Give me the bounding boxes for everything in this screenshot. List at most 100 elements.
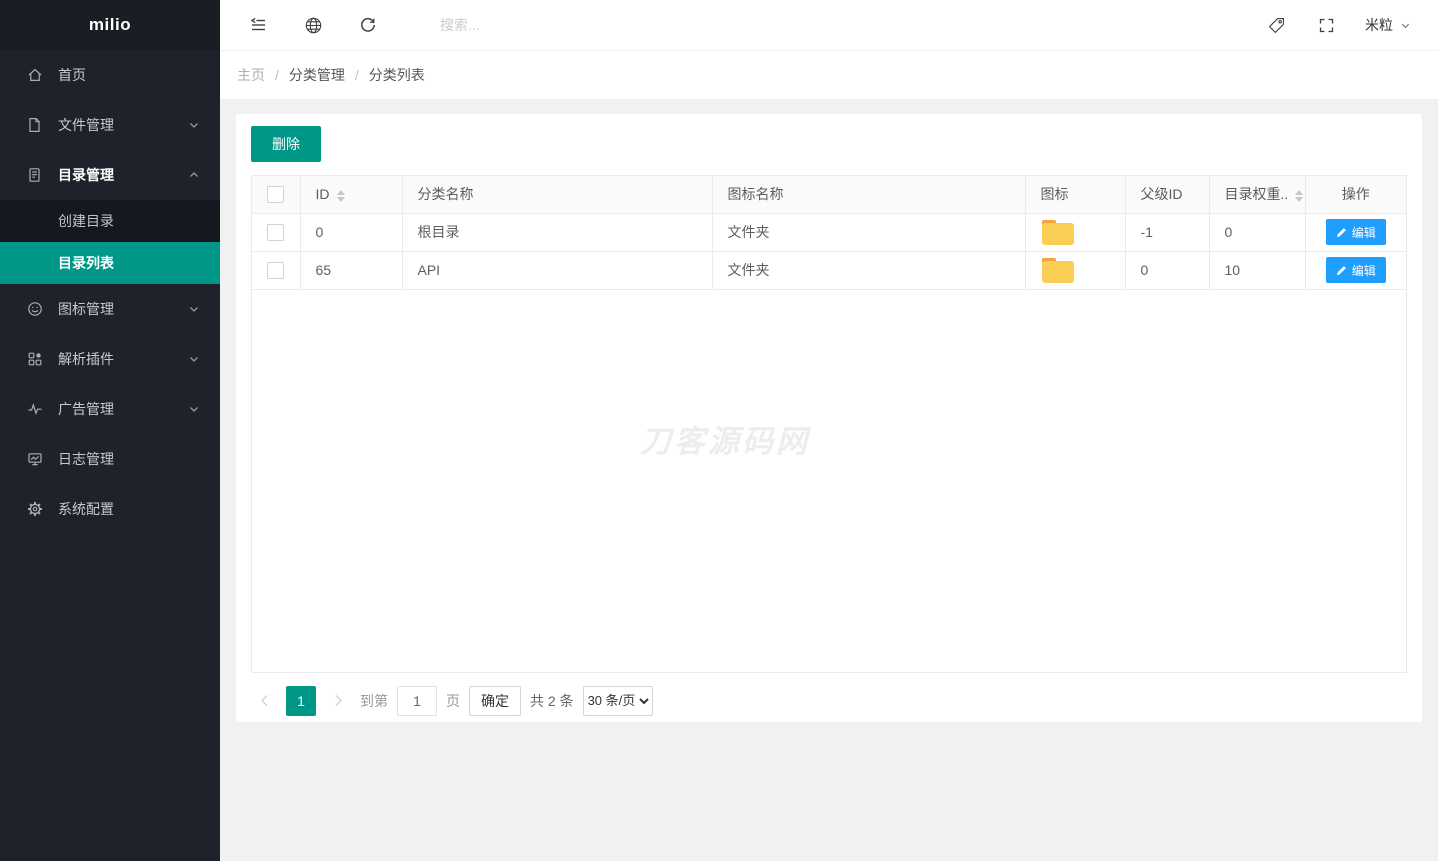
pulse-icon	[26, 401, 43, 418]
edit-button[interactable]: 编辑	[1326, 257, 1386, 283]
cell-actions: 编辑	[1305, 213, 1406, 251]
gear-icon	[26, 501, 43, 518]
cell-icon-name: 文件夹	[712, 251, 1025, 289]
submenu-directory: 创建目录 目录列表	[0, 200, 220, 284]
cell-icon	[1025, 251, 1125, 289]
delete-button[interactable]: 删除	[251, 126, 321, 162]
chevron-down-icon	[188, 119, 200, 131]
chevron-down-icon	[188, 403, 200, 415]
column-header-name: 分类名称	[402, 176, 712, 213]
breadcrumb-home[interactable]: 主页	[237, 65, 265, 85]
pencil-icon	[1336, 227, 1347, 238]
select-all-checkbox[interactable]	[267, 186, 284, 203]
breadcrumb-category-management[interactable]: 分类管理	[289, 65, 345, 85]
plugin-icon	[26, 351, 43, 368]
column-header-parent-id: 父级ID	[1125, 176, 1209, 213]
cell-actions: 编辑	[1305, 251, 1406, 289]
breadcrumb-category-list: 分类列表	[369, 65, 425, 85]
topbar: 米粒	[220, 0, 1438, 51]
user-menu[interactable]: 米粒	[1365, 15, 1411, 35]
folder-icon	[1041, 257, 1075, 284]
cell-name: 根目录	[402, 213, 712, 251]
column-header-icon: 图标	[1025, 176, 1125, 213]
pagination: 1 到第 页 确定 共 2 条 30 条/页	[251, 673, 1407, 716]
sidebar-item-directory[interactable]: 目录管理	[0, 150, 220, 200]
fullscreen-icon[interactable]	[1315, 14, 1337, 36]
pencil-icon	[1336, 265, 1347, 276]
cell-id: 65	[300, 251, 402, 289]
sidebar-item-label: 目录管理	[58, 165, 188, 185]
collapse-menu-icon[interactable]	[247, 14, 269, 36]
sidebar-item-home[interactable]: 首页	[0, 50, 220, 100]
column-header-icon-name: 图标名称	[712, 176, 1025, 213]
refresh-icon[interactable]	[357, 14, 379, 36]
sidebar-item-label: 日志管理	[58, 449, 200, 469]
globe-icon[interactable]	[302, 14, 324, 36]
cell-parent-id: 0	[1125, 251, 1209, 289]
main-area: 米粒 主页 / 分类管理 / 分类列表 删除	[220, 0, 1438, 861]
sidebar-item-settings[interactable]: 系统配置	[0, 484, 220, 534]
cell-icon	[1025, 213, 1125, 251]
sidebar-item-label: 首页	[58, 65, 200, 85]
breadcrumb-separator: /	[355, 67, 359, 83]
edit-button[interactable]: 编辑	[1326, 219, 1386, 245]
sidebar-item-plugins[interactable]: 解析插件	[0, 334, 220, 384]
home-icon	[26, 67, 43, 84]
cell-name: API	[402, 251, 712, 289]
folder-icon	[1041, 219, 1075, 246]
sidebar-item-label: 图标管理	[58, 299, 188, 319]
chevron-down-icon	[188, 303, 200, 315]
sidebar-item-label: 解析插件	[58, 349, 188, 369]
file-icon	[26, 117, 43, 134]
sidebar-item-files[interactable]: 文件管理	[0, 100, 220, 150]
cell-id: 0	[300, 213, 402, 251]
sidebar-item-ads[interactable]: 广告管理	[0, 384, 220, 434]
document-icon	[26, 167, 43, 184]
goto-label: 到第	[360, 691, 388, 711]
breadcrumb-separator: /	[275, 67, 279, 83]
sort-icon[interactable]	[337, 190, 345, 202]
sidebar-item-logs[interactable]: 日志管理	[0, 434, 220, 484]
page-size-select[interactable]: 30 条/页	[583, 686, 653, 716]
tag-icon[interactable]	[1265, 14, 1287, 36]
sidebar-subitem-directory-list[interactable]: 目录列表	[0, 242, 220, 284]
table-row: 65 API 文件夹 0 10	[252, 251, 1406, 289]
table-row: 0 根目录 文件夹 -1 0	[252, 213, 1406, 251]
row-checkbox[interactable]	[267, 224, 284, 241]
cell-parent-id: -1	[1125, 213, 1209, 251]
confirm-page-button[interactable]: 确定	[469, 686, 521, 716]
breadcrumb: 主页 / 分类管理 / 分类列表	[220, 51, 1438, 100]
app-logo: milio	[0, 0, 220, 50]
cell-icon-name: 文件夹	[712, 213, 1025, 251]
topbar-right: 米粒	[1265, 14, 1411, 36]
chevron-down-icon	[1400, 20, 1411, 31]
content: 删除 ID	[220, 100, 1438, 861]
category-list-card: 删除 ID	[236, 114, 1422, 722]
category-table: ID 分类名称 图标名称 图标 父级ID 目录权重.. 操作	[251, 175, 1407, 673]
total-count: 共 2 条	[530, 691, 574, 711]
sidebar-item-label: 系统配置	[58, 499, 200, 519]
cell-weight: 10	[1209, 251, 1305, 289]
column-header-weight: 目录权重..	[1209, 176, 1305, 213]
table-empty-area	[252, 290, 1406, 672]
sidebar-subitem-label: 目录列表	[58, 253, 114, 273]
prev-page-icon[interactable]	[251, 686, 277, 716]
goto-page-input[interactable]	[397, 686, 437, 716]
sidebar-item-icons[interactable]: 图标管理	[0, 284, 220, 334]
header-checkbox-cell	[252, 176, 300, 213]
current-page-button[interactable]: 1	[286, 686, 316, 716]
next-page-icon[interactable]	[325, 686, 351, 716]
row-checkbox[interactable]	[267, 262, 284, 279]
sidebar-subitem-create-directory[interactable]: 创建目录	[0, 200, 220, 242]
sort-icon[interactable]	[1295, 190, 1303, 202]
table-header-row: ID 分类名称 图标名称 图标 父级ID 目录权重.. 操作	[252, 176, 1406, 213]
sidebar-subitem-label: 创建目录	[58, 211, 114, 231]
chevron-down-icon	[188, 353, 200, 365]
sidebar-item-label: 广告管理	[58, 399, 188, 419]
page-unit-label: 页	[446, 691, 460, 711]
cell-weight: 0	[1209, 213, 1305, 251]
monitor-icon	[26, 451, 43, 468]
search-input[interactable]	[438, 16, 658, 34]
username: 米粒	[1365, 15, 1393, 35]
smiley-icon	[26, 301, 43, 318]
